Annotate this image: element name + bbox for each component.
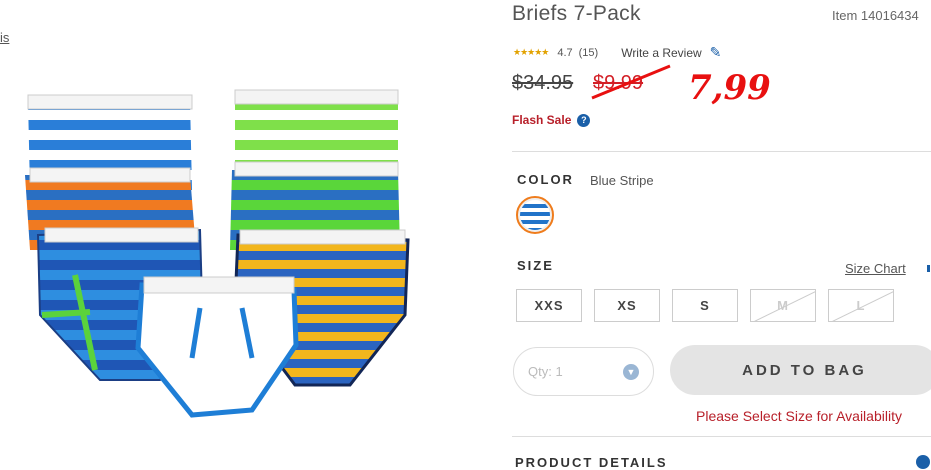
size-option-xs[interactable]: XS <box>594 289 660 322</box>
stripe-swatch-icon <box>520 200 550 230</box>
product-image-briefs <box>25 89 410 418</box>
expand-icon[interactable] <box>916 455 930 469</box>
color-value: Blue Stripe <box>590 173 654 188</box>
rating-row: ★★★★★ 4.7 (15) Write a Review ✎ <box>513 44 721 61</box>
rating-value: 4.7 <box>557 46 573 59</box>
add-to-bag-button[interactable]: ADD TO BAG <box>670 345 931 395</box>
help-icon[interactable]: ? <box>577 113 591 127</box>
pencil-icon[interactable]: ✎ <box>710 44 722 61</box>
item-number: Item 14016434 <box>832 8 919 23</box>
partial-left-link[interactable]: is <box>0 30 9 45</box>
divider <box>512 151 931 152</box>
chevron-down-icon: ▼ <box>623 363 639 380</box>
size-option-m-unavailable[interactable]: M <box>750 289 816 322</box>
original-price: $34.95 <box>512 72 574 94</box>
size-option-s[interactable]: S <box>672 289 738 322</box>
handwritten-price-annotation: 7,99 <box>688 68 771 108</box>
size-chart-link[interactable]: Size Chart <box>845 261 906 276</box>
size-option-l-unavailable[interactable]: L <box>828 289 894 322</box>
availability-message: Please Select Size for Availability <box>696 408 902 424</box>
product-title: Briefs 7-Pack <box>512 2 641 25</box>
quantity-value: Qty: 1 <box>528 364 563 379</box>
color-label: COLOR <box>517 172 574 187</box>
flash-sale-label: Flash Sale ? <box>512 113 591 127</box>
size-option-xxs[interactable]: XXS <box>516 289 582 322</box>
handwritten-strike-mark <box>591 64 671 100</box>
ruler-icon <box>927 265 930 272</box>
divider <box>512 436 931 437</box>
flash-sale-text: Flash Sale <box>512 113 572 127</box>
write-review-link[interactable]: Write a Review <box>621 46 701 60</box>
size-label: SIZE <box>517 258 554 273</box>
review-count: (15) <box>578 46 599 59</box>
color-swatch-blue-stripe[interactable] <box>516 196 554 234</box>
star-rating-icon: ★★★★★ <box>513 47 549 57</box>
quantity-select[interactable]: Qty: 1 ▼ <box>513 347 654 396</box>
